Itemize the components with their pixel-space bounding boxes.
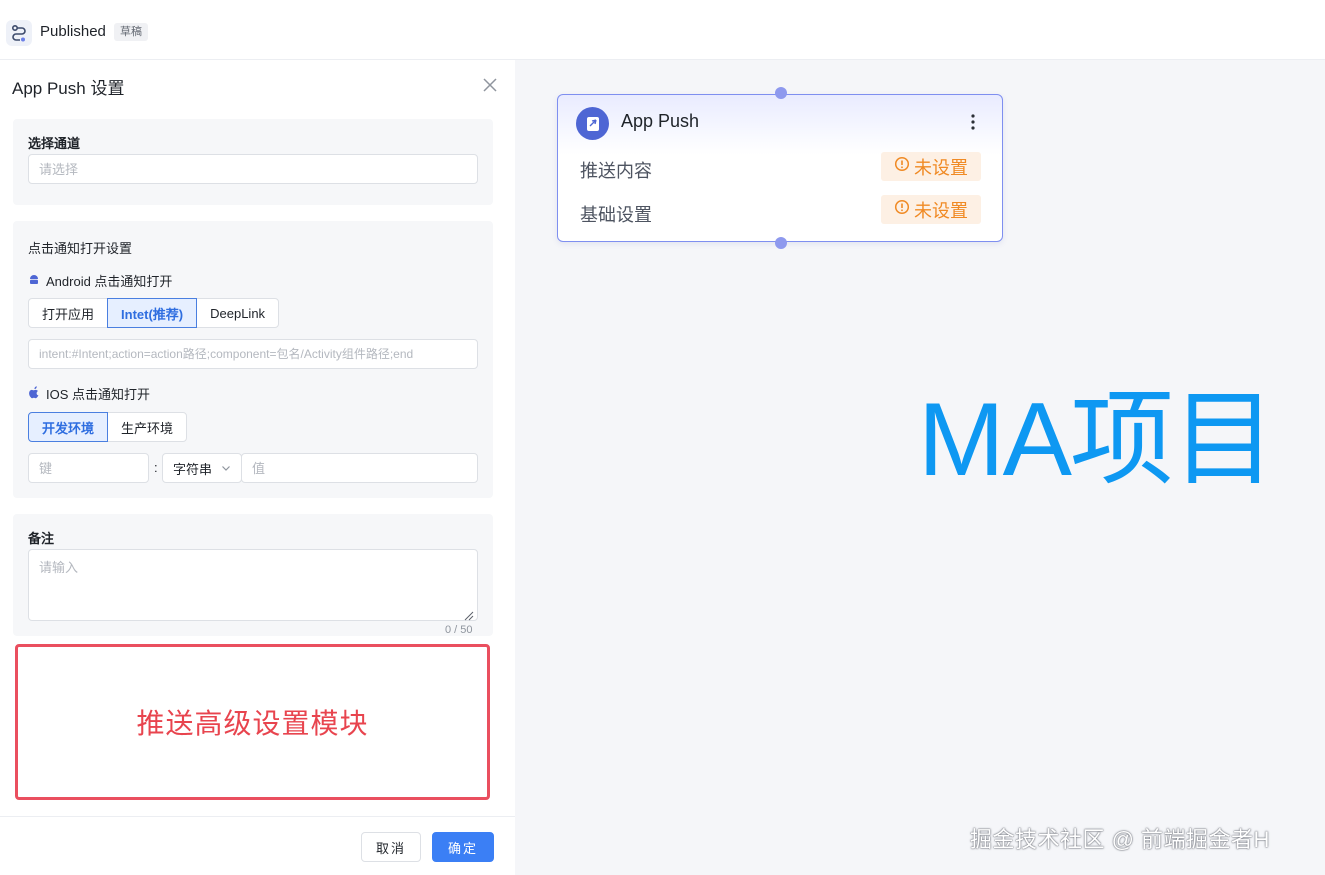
cancel-button[interactable]: 取消 (361, 832, 421, 862)
project-watermark: MA项目 (918, 382, 1276, 498)
ios-option-prod[interactable]: 生产环境 (107, 412, 188, 442)
remark-counter: 0 / 50 (445, 624, 473, 636)
android-section-label: Android 点击通知打开 (28, 271, 172, 290)
ios-env-toggle: 开发环境 生产环境 (28, 412, 188, 442)
ios-option-dev[interactable]: 开发环境 (28, 412, 109, 442)
status-badge: 未设置 (881, 195, 981, 224)
android-option-intent[interactable]: Intet(推荐) (107, 298, 198, 328)
android-label: Android 点击通知打开 (46, 274, 173, 289)
node-row-basic-label: 基础设置 (580, 205, 652, 225)
app-title: Published (40, 23, 106, 40)
more-vertical-icon[interactable] (966, 111, 980, 133)
remark-label: 备注 (28, 531, 55, 546)
click-settings-card: 点击通知打开设置 Android 点击通知打开 打开应用 Intet(推荐) D… (13, 221, 493, 498)
ios-section-label: IOS 点击通知打开 (28, 384, 150, 403)
node-output-handle[interactable] (775, 237, 787, 249)
node-input-handle[interactable] (775, 87, 787, 99)
key-value-separator: : (154, 460, 158, 475)
node-row-content-label: 推送内容 (580, 161, 652, 181)
draft-badge: 草稿 (114, 23, 148, 41)
confirm-button[interactable]: 确定 (432, 832, 494, 862)
status-text: 未设置 (914, 157, 968, 178)
flow-canvas[interactable]: App Push 推送内容 未设置 基础设置 未设置 MA项目 掘金技术社区 @… (515, 60, 1325, 875)
advanced-settings-module: 推送高级设置模块 (15, 644, 490, 800)
ios-type-select[interactable]: 字符串 (162, 453, 242, 483)
channel-label: 选择通道 (28, 136, 81, 151)
channel-select[interactable] (28, 154, 478, 184)
send-icon (576, 107, 609, 140)
apple-icon (28, 385, 40, 402)
remark-card: 备注 0 / 50 (13, 514, 493, 636)
chevron-down-icon (221, 461, 231, 476)
exclamation-circle-icon (894, 199, 910, 220)
close-icon[interactable] (481, 76, 499, 94)
ios-label: IOS 点击通知打开 (46, 387, 151, 402)
intent-input[interactable] (28, 339, 478, 369)
android-option-deeplink[interactable]: DeepLink (196, 298, 280, 328)
panel-title: App Push 设置 (12, 79, 125, 98)
settings-panel: App Push 设置 选择通道 点击通知打开设置 Android 点击通知打开… (0, 60, 515, 875)
top-header: Published 草稿 (0, 0, 1325, 60)
remark-textarea[interactable] (28, 549, 478, 621)
ios-key-input[interactable] (28, 453, 149, 483)
status-text: 未设置 (914, 200, 968, 221)
source-watermark: 掘金技术社区 @ 前端掘金者H (970, 827, 1270, 852)
channel-card: 选择通道 (13, 119, 493, 205)
advanced-settings-text: 推送高级设置模块 (136, 708, 369, 739)
status-badge: 未设置 (881, 152, 981, 181)
click-settings-label: 点击通知打开设置 (28, 241, 133, 256)
android-option-open-app[interactable]: 打开应用 (28, 298, 109, 328)
exclamation-circle-icon (894, 156, 910, 177)
android-icon (28, 273, 40, 288)
panel-footer: 取消 确定 (0, 816, 515, 875)
android-mode-toggle: 打开应用 Intet(推荐) DeepLink (28, 298, 280, 328)
app-push-node[interactable]: App Push 推送内容 未设置 基础设置 未设置 (557, 87, 1003, 249)
flow-logo-icon[interactable] (6, 20, 32, 46)
ios-value-input[interactable] (241, 453, 478, 483)
node-title: App Push (621, 111, 700, 131)
resize-handle-icon[interactable] (464, 608, 474, 621)
ios-type-value: 字符串 (173, 461, 213, 477)
